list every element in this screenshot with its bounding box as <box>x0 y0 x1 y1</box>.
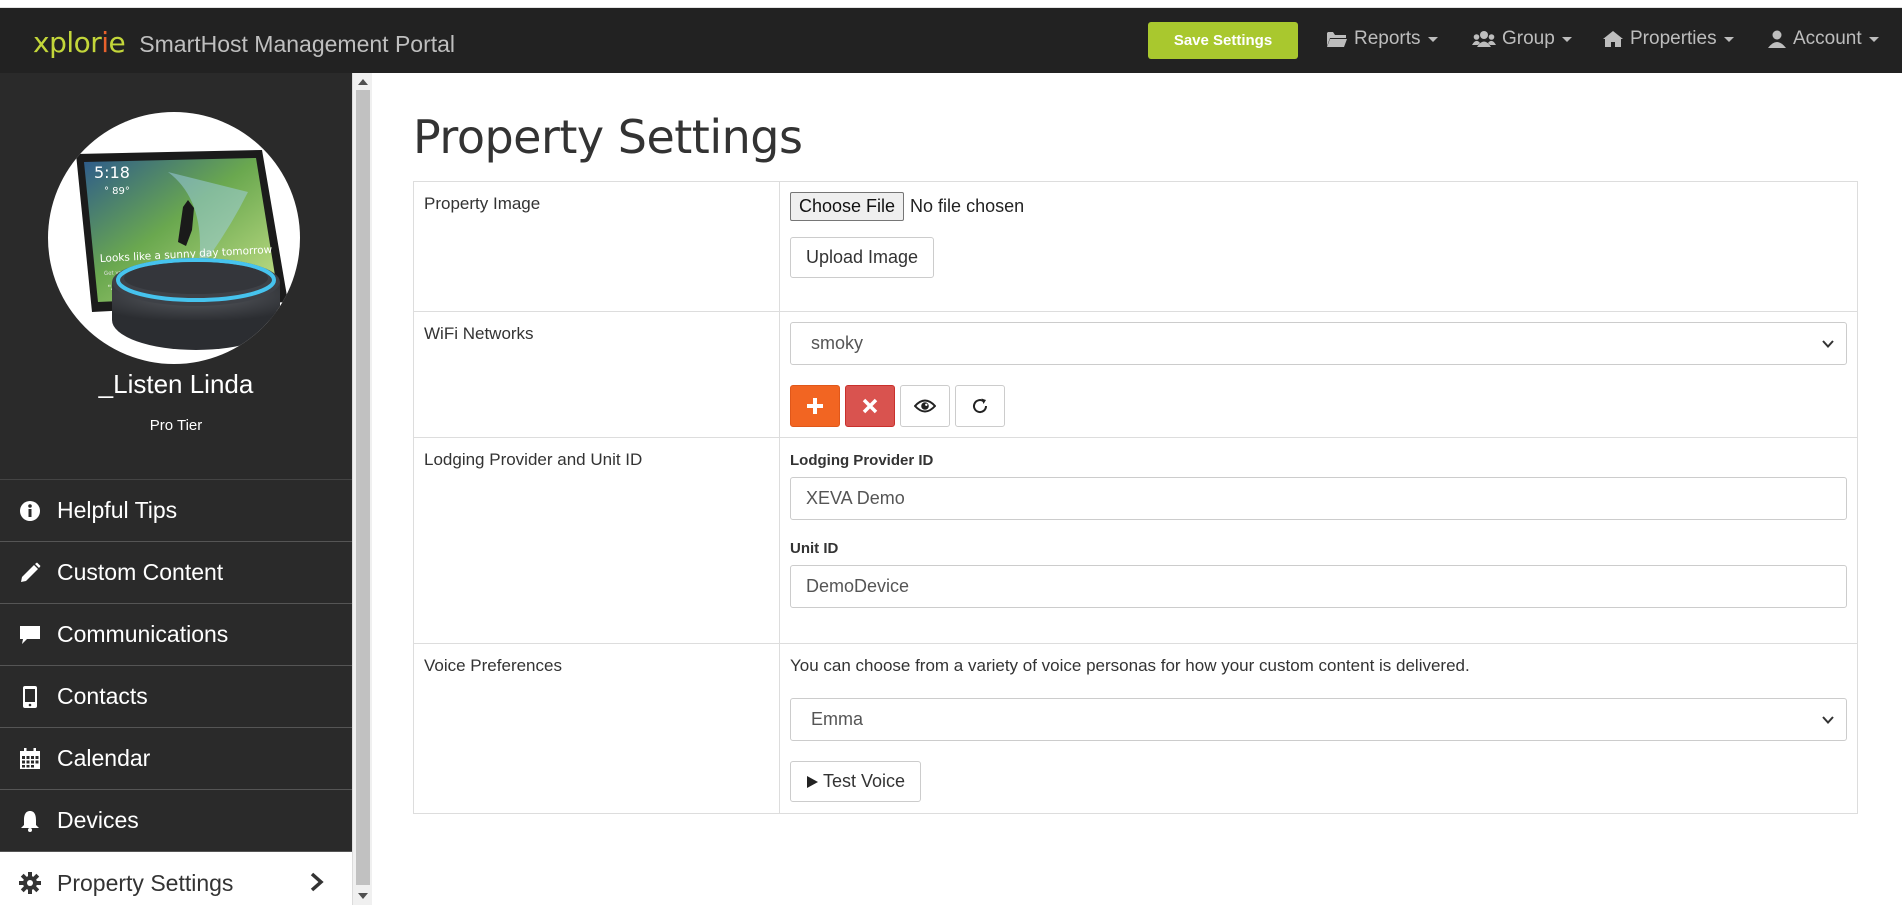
test-voice-label: Test Voice <box>823 771 906 791</box>
sidebar-item-label: Helpful Tips <box>57 497 178 523</box>
settings-row-lodging: Lodging Provider and Unit ID Lodging Pro… <box>414 438 1857 644</box>
nav-menu-reports-label: Reports <box>1354 28 1421 49</box>
nav-menu-group[interactable]: Group <box>1472 28 1572 50</box>
sidebar-item-custom-content[interactable]: Custom Content <box>0 542 352 604</box>
settings-row-property-image: Property Image Choose File No file chose… <box>414 182 1857 312</box>
caret-down-icon <box>1868 36 1879 42</box>
row-label: Property Image <box>414 182 780 311</box>
nav-menu-properties[interactable]: Properties <box>1602 28 1734 50</box>
scrollbar-thumb[interactable] <box>356 90 370 885</box>
sidebar-item-label: Contacts <box>57 683 148 709</box>
home-icon <box>1603 31 1623 47</box>
comment-icon <box>20 625 40 644</box>
sidebar-item-communications[interactable]: Communications <box>0 604 352 666</box>
chevron-down-icon <box>1822 340 1834 348</box>
sidebar-item-contacts[interactable]: Contacts <box>0 666 352 728</box>
add-wifi-button[interactable] <box>790 385 840 427</box>
main-content: Property Settings Property Image Choose … <box>372 73 1902 905</box>
voice-selected-value: Emma <box>811 709 864 729</box>
upload-image-button[interactable]: Upload Image <box>790 237 935 278</box>
user-icon <box>1768 30 1786 48</box>
row-label: Voice Preferences <box>414 644 780 813</box>
save-settings-button[interactable]: Save Settings <box>1148 22 1298 59</box>
sidebar-item-label: Communications <box>57 621 229 647</box>
calendar-icon <box>20 747 40 769</box>
mobile-phone-icon <box>23 685 37 708</box>
settings-table: Property Image Choose File No file chose… <box>413 181 1858 814</box>
sidebar-item-devices[interactable]: Devices <box>0 790 352 852</box>
page-title: Property Settings <box>413 110 803 164</box>
sidebar-item-label: Devices <box>57 807 139 833</box>
plus-icon <box>807 398 823 414</box>
scroll-down-arrow-icon[interactable] <box>358 893 368 899</box>
caret-down-icon <box>1561 36 1572 42</box>
caret-down-icon <box>1723 36 1734 42</box>
eye-icon <box>914 399 936 413</box>
show-wifi-password-button[interactable] <box>900 385 950 427</box>
nav-menu-group-label: Group <box>1502 28 1555 49</box>
delete-wifi-button[interactable] <box>845 385 895 427</box>
folder-open-icon <box>1327 32 1347 47</box>
voice-help-text: You can choose from a variety of voice p… <box>790 656 1470 675</box>
no-file-text: No file chosen <box>910 196 1025 216</box>
refresh-icon <box>973 398 988 414</box>
avatar-clock: 5:18 <box>94 163 130 182</box>
sidebar-scrollbar[interactable] <box>352 73 372 905</box>
settings-row-wifi: WiFi Networks smoky <box>414 312 1857 438</box>
echo-device-illustration: 5:18 ° 89° Looks like a sunny day tomorr… <box>76 150 288 350</box>
close-icon <box>862 398 878 414</box>
lodging-provider-input[interactable] <box>790 477 1847 520</box>
gear-icon <box>19 872 41 894</box>
nav-menu-reports[interactable]: Reports <box>1326 28 1438 50</box>
avatar-temperature: ° 89° <box>104 186 130 197</box>
file-input[interactable]: Choose File No file chosen <box>790 192 1847 221</box>
chevron-right-icon <box>310 872 324 892</box>
settings-row-voice: Voice Preferences You can choose from a … <box>414 644 1857 813</box>
brand[interactable]: xplorie SmartHost Management Portal <box>33 26 455 59</box>
browser-top-strip <box>0 0 1902 8</box>
profile-name: _Listen Linda <box>98 369 254 399</box>
avatar[interactable]: 5:18 ° 89° Looks like a sunny day tomorr… <box>48 112 300 364</box>
lodging-provider-label: Lodging Provider ID <box>790 452 934 469</box>
wifi-network-select[interactable]: smoky <box>790 322 1847 365</box>
sidebar-item-helpful-tips[interactable]: Helpful Tips <box>0 480 352 542</box>
wifi-selected-value: smoky <box>811 333 864 353</box>
row-label: Lodging Provider and Unit ID <box>414 438 780 643</box>
brand-title: SmartHost Management Portal <box>139 31 456 57</box>
nav-menu-account-label: Account <box>1793 28 1862 49</box>
choose-file-button[interactable]: Choose File <box>790 192 905 221</box>
nav-menu-account[interactable]: Account <box>1767 28 1879 50</box>
play-icon <box>807 775 818 788</box>
chevron-down-icon <box>1822 716 1834 724</box>
voice-persona-select[interactable]: Emma <box>790 698 1847 741</box>
nav-menu-properties-label: Properties <box>1630 28 1717 49</box>
pencil-icon <box>21 562 41 582</box>
scroll-up-arrow-icon[interactable] <box>358 79 368 85</box>
sidebar-item-label: Custom Content <box>57 559 224 585</box>
info-circle-icon <box>20 500 40 521</box>
unit-id-input[interactable] <box>790 565 1847 608</box>
sidebar-item-label: Calendar <box>57 745 151 771</box>
row-label: WiFi Networks <box>414 312 780 437</box>
users-icon <box>1472 31 1496 47</box>
bell-icon <box>21 810 39 832</box>
profile-panel: 5:18 ° 89° Looks like a sunny day tomorr… <box>0 73 352 480</box>
profile-tier: Pro Tier <box>149 417 203 434</box>
refresh-wifi-button[interactable] <box>955 385 1005 427</box>
top-navbar: xplorie SmartHost Management Portal Save… <box>0 8 1902 73</box>
sidebar-item-label: Property Settings <box>57 869 234 896</box>
sidebar-item-calendar[interactable]: Calendar <box>0 728 352 790</box>
unit-id-label: Unit ID <box>790 540 839 557</box>
wifi-actions <box>790 385 1847 427</box>
caret-down-icon <box>1427 36 1438 42</box>
sidebar: 5:18 ° 89° Looks like a sunny day tomorr… <box>0 73 352 914</box>
brand-logo: xplorie <box>33 26 126 59</box>
test-voice-button[interactable]: Test Voice <box>790 761 922 802</box>
